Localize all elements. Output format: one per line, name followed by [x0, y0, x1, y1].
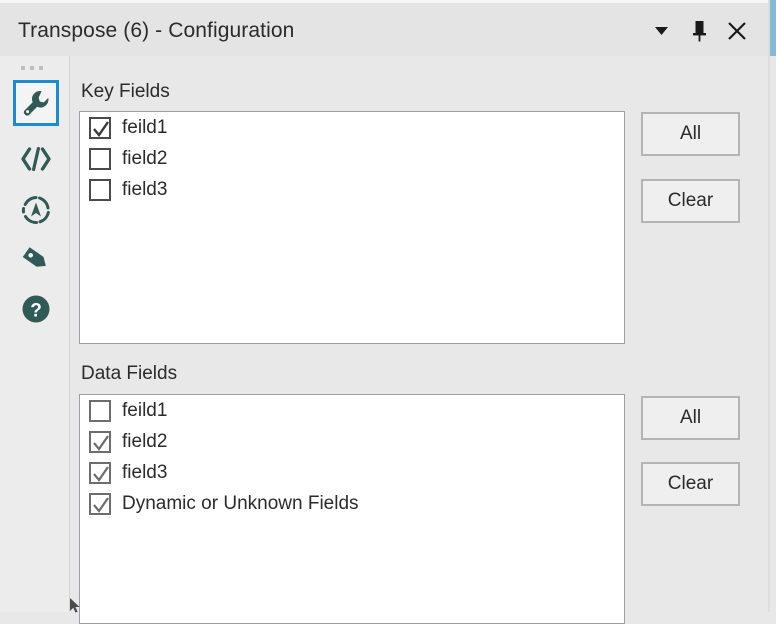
list-item-label: feild1 [122, 116, 168, 138]
configuration-panel: Key Fields feild1 field2 field3 All Clea… [71, 56, 768, 624]
list-item[interactable]: feild1 [80, 395, 624, 426]
list-item[interactable]: field3 [80, 457, 624, 488]
checkbox-unchecked-icon[interactable] [89, 147, 111, 170]
sidebar-item-xml-view[interactable] [13, 136, 59, 182]
checkbox-checked-icon[interactable] [89, 116, 111, 139]
window-title: Transpose (6) - Configuration [18, 19, 295, 42]
sidebar-item-tag[interactable] [13, 236, 59, 282]
close-icon[interactable] [724, 16, 750, 46]
key-fields-clear-button[interactable]: Clear [641, 179, 740, 223]
configuration-window: Transpose (6) - Configuration ? Key Fiel… [0, 0, 776, 624]
checkbox-unchecked-icon[interactable] [89, 178, 111, 201]
key-fields-all-button[interactable]: All [641, 112, 740, 156]
list-item-label: feild1 [122, 399, 168, 421]
sidebar-item-help[interactable]: ? [13, 286, 59, 332]
drag-handle-icon[interactable] [21, 66, 43, 70]
checkbox-checked-icon[interactable] [89, 461, 111, 484]
question-mark-icon: ? [21, 294, 51, 324]
code-brackets-icon [20, 146, 52, 172]
right-accent-strip [770, 0, 776, 56]
data-fields-clear-button[interactable]: Clear [641, 462, 740, 506]
list-item-label: field2 [122, 430, 168, 452]
titlebar: Transpose (6) - Configuration [0, 0, 768, 56]
svg-text:?: ? [30, 301, 42, 322]
list-item-label: field3 [122, 461, 168, 483]
key-fields-listbox[interactable]: feild1 field2 field3 [79, 111, 625, 344]
wrench-icon [21, 88, 51, 118]
data-fields-listbox[interactable]: feild1 field2 field3 Dynamic or Unknown … [79, 394, 625, 624]
checkbox-unchecked-icon[interactable] [89, 399, 111, 422]
list-item[interactable]: field3 [80, 174, 624, 205]
list-item-label: field2 [122, 147, 168, 169]
list-item[interactable]: field2 [80, 143, 624, 174]
data-fields-label: Data Fields [81, 363, 178, 384]
checkbox-checked-icon[interactable] [89, 492, 111, 515]
tool-icon-rail: ? [0, 56, 70, 612]
list-item-label: Dynamic or Unknown Fields [122, 492, 359, 514]
data-fields-all-button[interactable]: All [641, 396, 740, 440]
right-gutter [768, 0, 770, 612]
list-item[interactable]: Dynamic or Unknown Fields [80, 488, 624, 519]
sidebar-item-configuration[interactable] [13, 80, 59, 126]
list-item[interactable]: field2 [80, 426, 624, 457]
list-item-label: field3 [122, 178, 168, 200]
tag-icon [21, 244, 51, 274]
compass-icon [20, 194, 52, 226]
sidebar-item-annotation[interactable] [13, 187, 59, 233]
checkbox-checked-icon[interactable] [89, 430, 111, 453]
key-fields-label: Key Fields [81, 81, 170, 102]
pin-icon[interactable] [686, 16, 712, 46]
list-item[interactable]: feild1 [80, 112, 624, 143]
titlebar-button-group [648, 16, 750, 46]
chevron-down-icon[interactable] [648, 16, 674, 46]
